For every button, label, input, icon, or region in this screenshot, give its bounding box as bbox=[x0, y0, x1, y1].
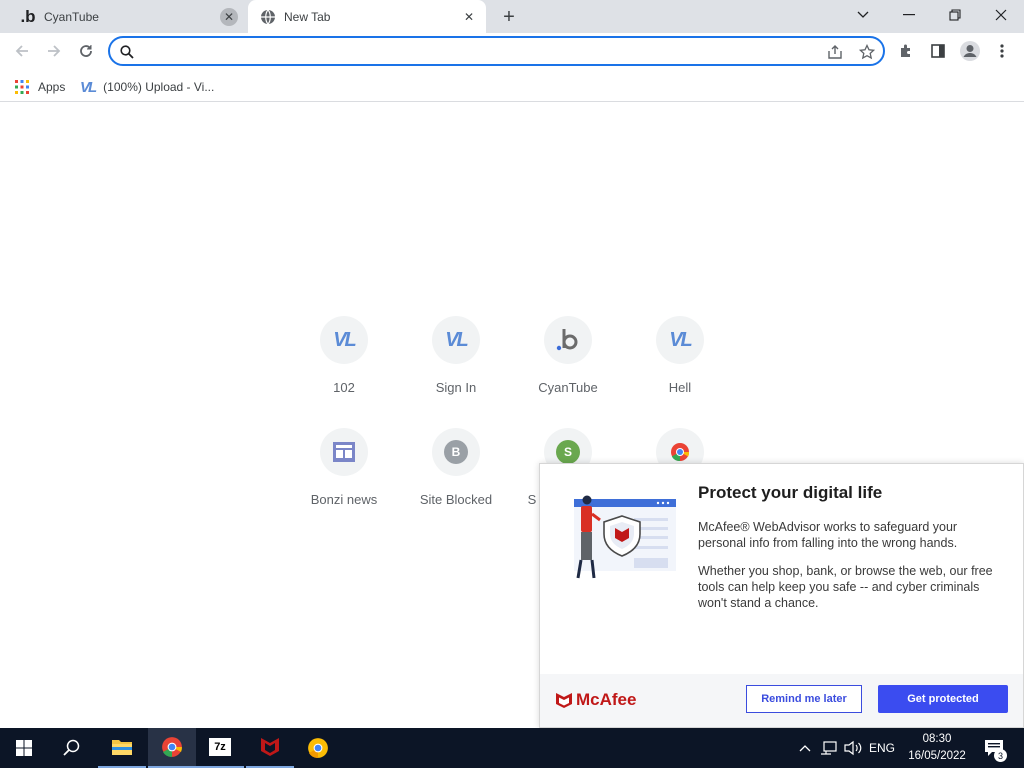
shortcut-tile[interactable]: B Site Blocked bbox=[400, 428, 512, 540]
tab-close-button[interactable]: ✕ bbox=[220, 7, 238, 26]
shortcut-label: Hell bbox=[668, 380, 692, 395]
address-input[interactable] bbox=[140, 40, 820, 62]
extensions-icon[interactable] bbox=[892, 37, 920, 65]
shortcut-label: S bbox=[527, 492, 537, 507]
popup-footer: McAfee Remind me later Get protected bbox=[540, 674, 1023, 727]
vl-logo-icon: VL bbox=[320, 316, 368, 364]
brand-name: McAfee bbox=[576, 690, 637, 709]
shortcut-tile[interactable]: VL Sign In bbox=[400, 316, 512, 428]
apps-grid-icon bbox=[14, 79, 30, 95]
shortcut-label: Sign In bbox=[435, 380, 477, 395]
search-icon[interactable] bbox=[48, 728, 96, 768]
clock-time: 08:30 bbox=[922, 733, 952, 745]
new-tab-button[interactable]: + bbox=[497, 5, 521, 29]
b-logo-icon bbox=[544, 316, 592, 364]
back-button[interactable] bbox=[8, 37, 36, 65]
tab-cyantube[interactable]: .b CyanTube ✕ bbox=[8, 0, 246, 33]
shortcut-tile[interactable]: VL 102 bbox=[288, 316, 400, 428]
restore-icon[interactable] bbox=[932, 0, 978, 30]
file-explorer-icon[interactable] bbox=[98, 728, 146, 768]
shortcut-label: 102 bbox=[333, 380, 355, 395]
chrome-icon[interactable] bbox=[148, 728, 196, 768]
tab-title: New Tab bbox=[284, 9, 331, 24]
chrome-canary-icon[interactable] bbox=[294, 728, 342, 768]
tab-title: CyanTube bbox=[44, 9, 99, 24]
bookmark-label: Apps bbox=[38, 80, 66, 94]
vl-logo-icon: VL bbox=[432, 316, 480, 364]
popup-description: McAfee® WebAdvisor works to safeguard yo… bbox=[698, 520, 958, 550]
reload-button[interactable] bbox=[72, 37, 100, 65]
forward-button[interactable] bbox=[40, 37, 68, 65]
bookmark-apps[interactable]: Apps bbox=[14, 75, 65, 99]
close-icon[interactable] bbox=[978, 0, 1024, 30]
mcafee-popup: Protect your digital life McAfee® WebAdv… bbox=[539, 463, 1024, 728]
remind-later-button[interactable]: Remind me later bbox=[746, 685, 862, 713]
bookmark-star-icon[interactable] bbox=[858, 43, 876, 61]
language-indicator[interactable]: ENG bbox=[866, 728, 898, 768]
chevron-down-icon[interactable] bbox=[840, 0, 886, 30]
mcafee-icon[interactable] bbox=[246, 728, 294, 768]
browser-toolbar bbox=[0, 33, 1024, 71]
shortcut-tile[interactable]: CyanTube bbox=[512, 316, 624, 428]
notification-count-badge: 3 bbox=[994, 749, 1007, 762]
mcafee-shield-icon bbox=[556, 693, 572, 708]
windows-start-icon[interactable] bbox=[0, 728, 48, 768]
vl-logo-icon: VL bbox=[80, 78, 97, 96]
shortcut-label: Bonzi news bbox=[310, 492, 378, 507]
share-icon[interactable] bbox=[826, 43, 844, 61]
clock-date: 16/05/2022 bbox=[908, 750, 966, 762]
tab-strip: .b CyanTube ✕ New Tab ✕ + bbox=[0, 0, 1024, 33]
network-icon[interactable] bbox=[818, 728, 840, 768]
tab-new-tab[interactable]: New Tab ✕ bbox=[248, 0, 486, 33]
arrow-left-icon bbox=[15, 45, 28, 57]
shortcut-label: Site Blocked bbox=[419, 492, 493, 507]
tab-close-button[interactable]: ✕ bbox=[460, 8, 478, 26]
bookmarks-bar: Apps VL (100%) Upload - Vi... bbox=[0, 71, 1024, 102]
address-bar[interactable] bbox=[108, 36, 885, 66]
shortcut-tile[interactable]: Bonzi news bbox=[288, 428, 400, 540]
search-icon bbox=[118, 43, 136, 61]
letter-b-icon: B bbox=[432, 428, 480, 476]
security-illustration bbox=[568, 494, 680, 582]
side-panel-icon[interactable] bbox=[924, 37, 952, 65]
bookmark-label: (100%) Upload - Vi... bbox=[103, 80, 215, 94]
mcafee-logo: McAfee bbox=[555, 690, 636, 710]
reload-icon bbox=[80, 45, 92, 57]
popup-description: Whether you shop, bank, or browse the we… bbox=[698, 564, 993, 610]
minimize-icon[interactable] bbox=[886, 0, 932, 30]
shortcut-label: CyanTube bbox=[538, 380, 598, 395]
chevron-up-icon[interactable] bbox=[796, 728, 814, 768]
popup-title: Protect your digital life bbox=[698, 483, 883, 502]
more-menu-icon[interactable] bbox=[988, 37, 1016, 65]
clock[interactable]: 08:30 16/05/2022 bbox=[904, 731, 970, 765]
b-logo-icon: .b bbox=[20, 6, 36, 26]
globe-icon bbox=[260, 9, 276, 25]
arrow-right-icon bbox=[48, 45, 61, 57]
news-icon bbox=[320, 428, 368, 476]
taskbar: 7z ENG 08:30 16/05/2022 3 bbox=[0, 728, 1024, 768]
volume-icon[interactable] bbox=[842, 728, 864, 768]
notification-center-icon[interactable]: 3 bbox=[980, 728, 1008, 768]
get-protected-button[interactable]: Get protected bbox=[878, 685, 1008, 713]
7zip-icon[interactable]: 7z bbox=[196, 728, 244, 768]
vl-logo-icon: VL bbox=[656, 316, 704, 364]
bookmark-upload[interactable]: VL (100%) Upload - Vi... bbox=[80, 75, 214, 99]
profile-avatar-icon[interactable] bbox=[956, 37, 984, 65]
shortcut-tile[interactable]: VL Hell bbox=[624, 316, 736, 428]
